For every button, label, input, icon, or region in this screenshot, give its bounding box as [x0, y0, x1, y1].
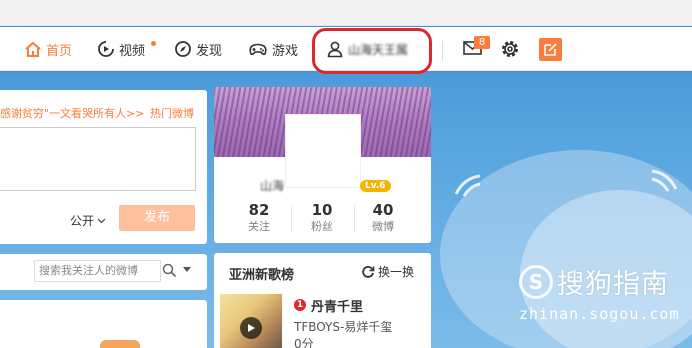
chevron-down-icon: [97, 218, 106, 223]
wifi-decoration-icon: [454, 174, 481, 197]
refresh-label: 换一换: [378, 265, 415, 279]
refresh-button[interactable]: 换一换: [361, 263, 414, 280]
stat-posts[interactable]: 40 微博: [353, 201, 413, 234]
avatar[interactable]: [285, 114, 361, 188]
caret-down-icon[interactable]: [182, 266, 192, 273]
watermark-brand: 搜狗指南: [557, 269, 669, 300]
sogou-logo-icon: S: [519, 264, 553, 299]
song-score: 0分: [294, 337, 314, 348]
feed-decoration: [100, 340, 140, 348]
profile-card: 山海 Lv.6 82 关注 10 粉丝 40 微博: [214, 87, 431, 243]
home-icon: [25, 41, 41, 57]
refresh-icon: [362, 265, 375, 278]
play-icon: [247, 324, 255, 332]
stat-followers[interactable]: 10 粉丝: [292, 201, 352, 234]
watermark-url: zhinan.sogou.com: [519, 305, 680, 323]
visibility-label: 公开: [70, 214, 95, 228]
song-cover-image[interactable]: [220, 294, 282, 348]
rank-badge: 1: [294, 299, 306, 311]
message-count-badge: 8: [474, 36, 490, 49]
song-title[interactable]: 丹青千里: [311, 296, 363, 315]
compose-button[interactable]: [539, 38, 562, 61]
follow-search-input[interactable]: 搜索我关注人的微博: [34, 260, 161, 282]
stat-value: 40: [372, 201, 394, 219]
nav-home-label: 首页: [46, 43, 73, 59]
video-icon: [98, 41, 114, 57]
edit-icon: [544, 43, 557, 56]
publish-card: 感谢贫穷"一文看哭所有人>> 热门微博 公开 发布: [0, 90, 207, 244]
nav-video[interactable]: 视频: [97, 27, 156, 71]
nav-discover[interactable]: 发现: [174, 27, 222, 71]
nav-video-label: 视频: [119, 43, 146, 59]
nav-divider: [442, 41, 443, 61]
stat-value: 82: [248, 201, 270, 219]
music-chart-title: 亚洲新歌榜: [229, 268, 295, 283]
trending-topic-link[interactable]: 感谢贫穷"一文看哭所有人>>: [0, 105, 145, 121]
level-badge: Lv.6: [360, 180, 391, 192]
follow-search-card: 搜索我关注人的微博: [0, 254, 207, 290]
gamepad-icon: [249, 43, 267, 56]
nav-user-profile[interactable]: 山海天王属: [326, 27, 426, 71]
compass-icon: [175, 41, 191, 57]
stat-following[interactable]: 82 关注: [229, 201, 289, 234]
hot-weibo-link[interactable]: 热门微博: [150, 105, 194, 121]
sogou-watermark: S 搜狗指南: [519, 262, 669, 301]
nav-discover-label: 发现: [196, 43, 223, 59]
music-chart-card: 亚洲新歌榜 换一换 1 丹青千里 TFBOYS-易烊千玺 0分: [214, 253, 431, 348]
wifi-decoration-icon: [651, 169, 678, 192]
gear-icon[interactable]: [500, 39, 520, 59]
post-textarea[interactable]: [0, 127, 196, 191]
stat-label: 微博: [372, 220, 394, 233]
visibility-dropdown[interactable]: 公开: [70, 212, 106, 229]
nav-games[interactable]: 游戏: [248, 27, 298, 71]
play-button[interactable]: [240, 317, 262, 339]
new-content-dot: [151, 41, 156, 46]
profile-username[interactable]: 山海: [260, 177, 284, 194]
stat-value: 10: [311, 201, 333, 219]
song-artist[interactable]: TFBOYS-易烊千玺: [294, 318, 392, 335]
nav-games-label: 游戏: [272, 43, 299, 59]
stat-label: 粉丝: [311, 220, 333, 233]
search-icon[interactable]: [162, 263, 177, 278]
feed-card: [0, 300, 207, 348]
nav-home[interactable]: 首页: [24, 27, 72, 71]
publish-button[interactable]: 发布: [119, 205, 195, 231]
top-navbar: 首页 视频 发现 游戏 山海天王属: [0, 27, 692, 71]
browser-top-strip: [0, 0, 692, 26]
user-icon: [327, 41, 343, 58]
nav-user-name: 山海天王属: [348, 42, 409, 57]
stat-label: 关注: [248, 220, 270, 233]
